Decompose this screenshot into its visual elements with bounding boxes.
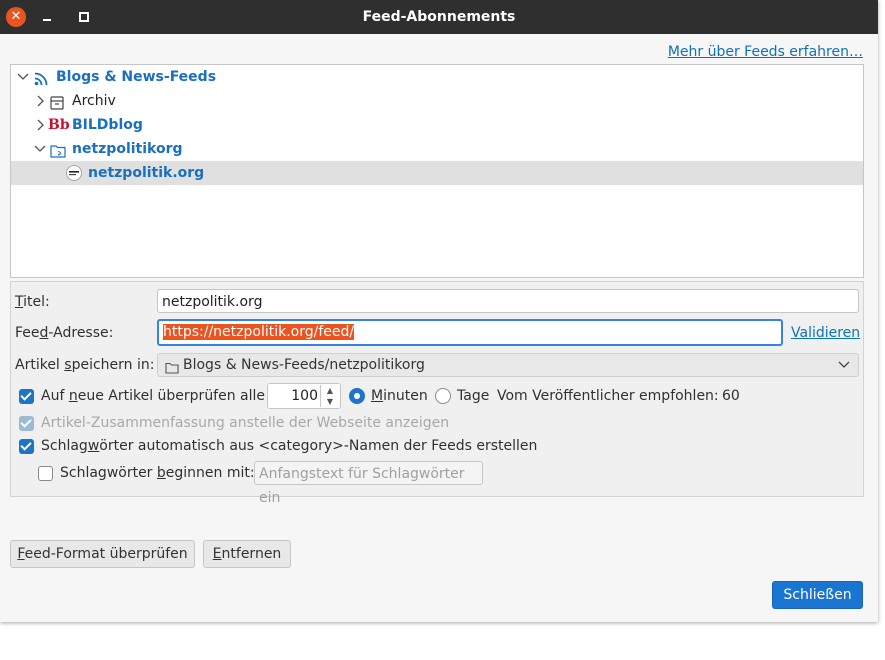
chevron-down-icon bbox=[838, 354, 850, 383]
tree-item-label: Archiv bbox=[72, 93, 116, 109]
tree-item-label: BILDblog bbox=[72, 117, 143, 133]
tag-prefix-label: Schlagwörter beginnen mit: bbox=[60, 465, 255, 481]
feed-tree[interactable]: Blogs & News-Feeds Archiv Bb BILDblog ne… bbox=[10, 64, 864, 278]
tree-item-archiv[interactable]: Archiv bbox=[11, 89, 863, 113]
auto-tags-label: Schlagwörter automatisch aus <category>-… bbox=[41, 438, 538, 454]
tree-item-bildblog[interactable]: Bb BILDblog bbox=[11, 113, 863, 137]
interval-value: 100 bbox=[291, 388, 318, 404]
store-location-value: Blogs & News-Feeds/netzpolitikorg bbox=[183, 357, 425, 373]
tree-item-blogs-news-feeds[interactable]: Blogs & News-Feeds bbox=[11, 65, 863, 89]
tag-prefix-checkbox[interactable] bbox=[38, 466, 53, 481]
title-bar: ✕ Feed-Abonnements bbox=[0, 0, 878, 34]
minutes-radio[interactable] bbox=[349, 388, 365, 404]
interval-spinner[interactable]: 100 ▲ ▼ bbox=[267, 383, 341, 409]
verify-feed-format-button[interactable]: Feed-Format überprüfen bbox=[10, 540, 195, 568]
spinner-up-icon[interactable]: ▲ bbox=[320, 385, 339, 396]
close-button[interactable]: Schließen bbox=[772, 581, 863, 609]
favicon-icon bbox=[66, 165, 82, 181]
window-title: Feed-Abonnements bbox=[362, 9, 516, 25]
folder-icon bbox=[165, 359, 179, 381]
spinner-down-icon[interactable]: ▼ bbox=[320, 396, 339, 407]
check-new-articles-checkbox[interactable] bbox=[19, 389, 34, 404]
auto-tags-checkbox[interactable] bbox=[19, 439, 34, 454]
validate-link[interactable]: Validieren bbox=[791, 325, 860, 341]
tree-item-netzpolitikorg[interactable]: netzpolitikorg bbox=[11, 137, 863, 161]
learn-more-link[interactable]: Mehr über Feeds erfahren… bbox=[668, 44, 863, 60]
tree-item-label: netzpolitik.org bbox=[88, 165, 205, 181]
store-location-select[interactable]: Blogs & News-Feeds/netzpolitikorg bbox=[157, 353, 859, 377]
days-label: Tage bbox=[457, 388, 490, 404]
days-radio[interactable] bbox=[435, 388, 451, 404]
title-field[interactable]: netzpolitik.org bbox=[157, 289, 859, 313]
feed-properties-panel: Titel: netzpolitik.org Feed-Adresse: htt… bbox=[10, 281, 864, 506]
archive-icon bbox=[50, 94, 64, 110]
tree-item-label: Blogs & News-Feeds bbox=[56, 69, 217, 85]
summary-checkbox[interactable] bbox=[19, 416, 34, 431]
remove-button[interactable]: Entfernen bbox=[203, 540, 291, 568]
rss-icon bbox=[34, 70, 48, 86]
bildblog-icon: Bb bbox=[48, 117, 70, 133]
check-interval-label: Auf neue Artikel überprüfen alle bbox=[41, 388, 266, 404]
publisher-recommended-value: 60 bbox=[722, 388, 740, 404]
tree-item-netzpolitik-org[interactable]: netzpolitik.org bbox=[11, 161, 863, 185]
title-label: Titel: bbox=[15, 294, 50, 310]
folder-rss-icon bbox=[50, 142, 66, 158]
feed-subscriptions-window: ✕ Feed-Abonnements Mehr über Feeds erfah… bbox=[0, 0, 878, 622]
feed-address-field[interactable]: https://netzpolitik.org/feed/ bbox=[157, 319, 783, 346]
tag-prefix-field[interactable]: Anfangstext für Schlagwörter ein bbox=[254, 461, 483, 506]
store-in-label: Artikel speichern in: bbox=[15, 357, 155, 373]
publisher-recommended-label: Vom Veröffentlicher empfohlen: bbox=[497, 388, 719, 404]
feed-address-label: Feed-Adresse: bbox=[15, 325, 114, 341]
minutes-label: Minuten bbox=[371, 388, 428, 404]
tree-item-label: netzpolitikorg bbox=[72, 141, 183, 157]
summary-label: Artikel-Zusammenfassung anstelle der Web… bbox=[41, 415, 450, 431]
selected-url-text: https://netzpolitik.org/feed/ bbox=[163, 324, 355, 340]
